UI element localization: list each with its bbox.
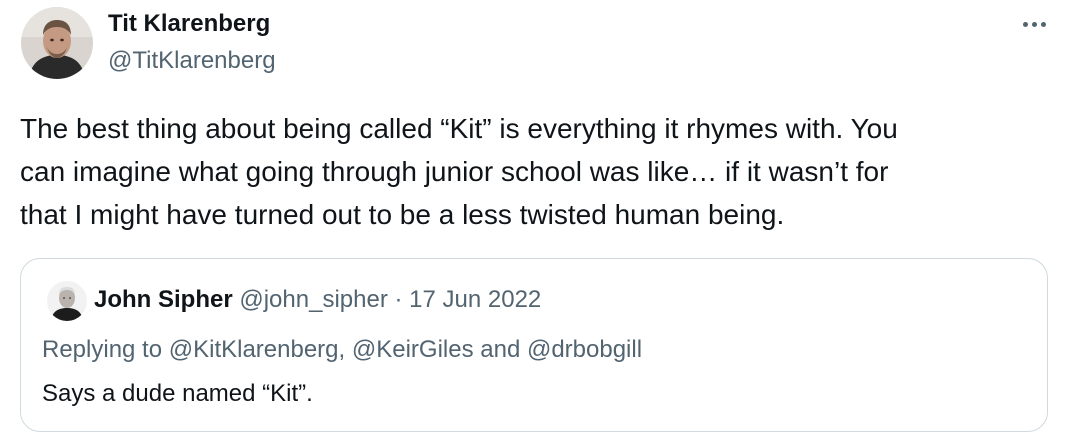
quoted-author-handle[interactable]: @john_sipher [239,286,387,313]
quoted-tweet-date[interactable]: 17 Jun 2022 [409,286,541,313]
quoted-author-display-name[interactable]: John Sipher [94,286,233,313]
replying-to-line: Replying to @KitKlarenberg, @KeirGiles a… [42,336,643,363]
quoted-tweet-text: Says a dude named “Kit”. [42,380,313,407]
meta-separator: · [394,286,403,313]
tweet-text: The best thing about being called “Kit” … [20,107,1050,236]
tweet-text-line: that I might have turned out to be a les… [20,199,785,230]
more-options-icon-dot [1031,21,1037,27]
more-options-icon-dot [1040,21,1046,27]
more-options-icon [1022,21,1028,27]
tweet-text-line: can imagine what going through junior sc… [20,156,889,187]
author-info: Tit Klarenberg @TitKlarenberg [108,10,276,75]
user-avatar-photo-icon [47,281,87,321]
user-avatar-photo-icon [21,7,93,79]
author-handle[interactable]: @TitKlarenberg [108,47,276,75]
author-avatar[interactable] [21,7,93,79]
author-display-name[interactable]: Tit Klarenberg [108,10,276,38]
quoted-tweet-header: John Sipher @john_sipher · 17 Jun 2022 [94,285,541,315]
quoted-tweet-card[interactable]: John Sipher @john_sipher · 17 Jun 2022 R… [20,258,1048,432]
more-options-button[interactable] [1017,12,1051,36]
quoted-author-avatar[interactable] [47,281,87,321]
tweet: Tit Klarenberg @TitKlarenberg The best t… [0,0,1069,440]
tweet-text-line: The best thing about being called “Kit” … [20,113,898,144]
